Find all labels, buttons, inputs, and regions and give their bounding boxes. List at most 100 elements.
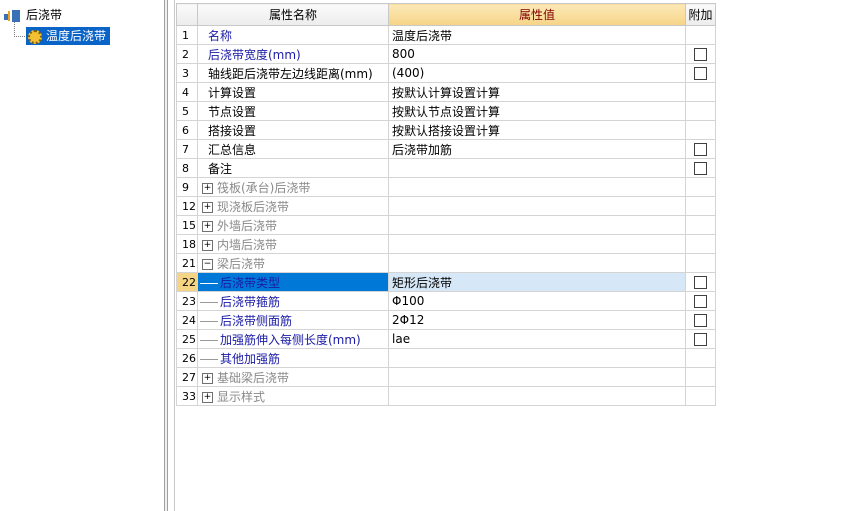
property-value-cell[interactable]: [388, 215, 686, 235]
property-name-cell[interactable]: 后浇带侧面筋: [197, 310, 389, 330]
row-number: 27: [176, 367, 198, 387]
property-value-cell[interactable]: [388, 367, 686, 387]
property-value-cell[interactable]: 后浇带加筋: [388, 139, 686, 159]
property-name-cell[interactable]: 其他加强筋: [197, 348, 389, 368]
property-value-cell[interactable]: 温度后浇带: [388, 25, 686, 45]
table-row[interactable]: 5 节点设置 按默认节点设置计算: [176, 101, 716, 121]
extra-cell: [685, 348, 716, 368]
property-value-cell[interactable]: (400): [388, 63, 686, 83]
property-value-cell[interactable]: [388, 158, 686, 178]
extra-checkbox[interactable]: [694, 314, 707, 327]
property-name-cell[interactable]: + 外墙后浇带: [197, 215, 389, 235]
expand-icon[interactable]: +: [202, 220, 213, 232]
property-name-cell[interactable]: 节点设置: [197, 101, 389, 121]
table-row[interactable]: 24 后浇带侧面筋 2Φ12: [176, 310, 716, 330]
property-name-cell[interactable]: + 显示样式: [197, 386, 389, 406]
tree-line-icon: [200, 312, 218, 322]
property-value-cell[interactable]: 800: [388, 44, 686, 64]
tree-item-temperature-strip[interactable]: 温度后浇带: [26, 27, 111, 45]
expand-icon[interactable]: +: [202, 372, 213, 384]
table-row[interactable]: 4 计算设置 按默认计算设置计算: [176, 82, 716, 102]
property-value-cell[interactable]: 按默认计算设置计算: [388, 82, 686, 102]
table-row[interactable]: 1 名称 温度后浇带: [176, 25, 716, 45]
header-extra[interactable]: 附加: [685, 3, 716, 26]
property-name-cell[interactable]: 轴线距后浇带左边线距离(mm): [197, 63, 389, 83]
table-row[interactable]: 21− 梁后浇带: [176, 253, 716, 273]
property-value-cell[interactable]: 2Φ12: [388, 310, 686, 330]
table-row[interactable]: 25 加强筋伸入每侧长度(mm) lae: [176, 329, 716, 349]
table-row[interactable]: 9 + 筏板(承台)后浇带: [176, 177, 716, 197]
header-property-name[interactable]: 属性名称: [197, 3, 389, 26]
post-cast-strip-icon: [4, 9, 22, 22]
property-name-cell[interactable]: 汇总信息: [197, 139, 389, 159]
property-name-cell[interactable]: 计算设置: [197, 82, 389, 102]
property-name-label: 搭接设置: [208, 123, 257, 138]
property-value-cell[interactable]: 矩形后浇带: [388, 272, 686, 292]
property-name-label: 名称: [208, 28, 233, 43]
property-name-label: 内墙后浇带: [217, 237, 278, 252]
tree-line-icon: [200, 293, 218, 303]
property-name-cell[interactable]: 加强筋伸入每侧长度(mm): [197, 329, 389, 349]
property-name-label: 其他加强筋: [220, 351, 281, 366]
expand-icon[interactable]: +: [202, 182, 213, 194]
table-row[interactable]: 26 其他加强筋: [176, 348, 716, 368]
row-number: 26: [176, 348, 198, 368]
property-value-cell[interactable]: Φ100: [388, 291, 686, 311]
table-row[interactable]: 27 + 基础梁后浇带: [176, 367, 716, 387]
expand-icon[interactable]: +: [202, 201, 213, 213]
property-name-cell[interactable]: 名称: [197, 25, 389, 45]
header-property-value[interactable]: 属性值: [388, 3, 686, 26]
component-tree: 后浇带 温度后浇带: [0, 0, 164, 511]
property-value-cell[interactable]: [388, 177, 686, 197]
table-row[interactable]: 18 + 内墙后浇带: [176, 234, 716, 254]
property-name-cell[interactable]: + 基础梁后浇带: [197, 367, 389, 387]
extra-cell: [685, 329, 716, 349]
property-value-cell[interactable]: lae: [388, 329, 686, 349]
extra-checkbox[interactable]: [694, 67, 707, 80]
property-name-cell[interactable]: + 现浇板后浇带: [197, 196, 389, 216]
property-name-cell[interactable]: 后浇带类型: [197, 272, 389, 292]
table-row[interactable]: 8 备注: [176, 158, 716, 178]
collapse-icon[interactable]: −: [202, 258, 213, 270]
row-number: 9: [176, 177, 198, 197]
property-value-cell[interactable]: 按默认节点设置计算: [388, 101, 686, 121]
extra-checkbox[interactable]: [694, 162, 707, 175]
property-name-cell[interactable]: − 梁后浇带: [197, 253, 389, 273]
property-name-cell[interactable]: 搭接设置: [197, 120, 389, 140]
table-row[interactable]: 23 后浇带箍筋 Φ100: [176, 291, 716, 311]
table-row[interactable]: 12 + 现浇板后浇带: [176, 196, 716, 216]
extra-cell: [685, 139, 716, 159]
property-name-cell[interactable]: 后浇带箍筋: [197, 291, 389, 311]
property-value-cell[interactable]: [388, 234, 686, 254]
table-row[interactable]: 33 + 显示样式: [176, 386, 716, 406]
property-value-cell[interactable]: [388, 348, 686, 368]
table-row[interactable]: 6 搭接设置 按默认搭接设置计算: [176, 120, 716, 140]
property-name-cell[interactable]: 备注: [197, 158, 389, 178]
tree-item-root[interactable]: 后浇带: [4, 6, 62, 24]
extra-checkbox[interactable]: [694, 48, 707, 61]
extra-checkbox[interactable]: [694, 143, 707, 156]
extra-checkbox[interactable]: [694, 333, 707, 346]
property-name-cell[interactable]: + 内墙后浇带: [197, 234, 389, 254]
expand-icon[interactable]: +: [202, 391, 213, 403]
extra-cell: [685, 272, 716, 292]
expand-icon[interactable]: +: [202, 239, 213, 251]
property-value-cell[interactable]: [388, 196, 686, 216]
extra-checkbox[interactable]: [694, 276, 707, 289]
property-name-cell[interactable]: + 筏板(承台)后浇带: [197, 177, 389, 197]
extra-checkbox[interactable]: [694, 295, 707, 308]
table-row[interactable]: 22 后浇带类型 矩形后浇带: [176, 272, 716, 292]
extra-cell: [685, 25, 716, 45]
table-row[interactable]: 7 汇总信息 后浇带加筋: [176, 139, 716, 159]
extra-cell: [685, 310, 716, 330]
table-row[interactable]: 15 + 外墙后浇带: [176, 215, 716, 235]
property-name-label: 筏板(承台)后浇带: [217, 180, 311, 195]
property-name-cell[interactable]: 后浇带宽度(mm): [197, 44, 389, 64]
property-value-cell[interactable]: [388, 253, 686, 273]
property-name-label: 汇总信息: [208, 142, 257, 157]
property-value-cell[interactable]: 按默认搭接设置计算: [388, 120, 686, 140]
property-value-cell[interactable]: [388, 386, 686, 406]
table-row[interactable]: 3 轴线距后浇带左边线距离(mm) (400): [176, 63, 716, 83]
property-name-label: 显示样式: [217, 389, 266, 404]
table-row[interactable]: 2 后浇带宽度(mm) 800: [176, 44, 716, 64]
